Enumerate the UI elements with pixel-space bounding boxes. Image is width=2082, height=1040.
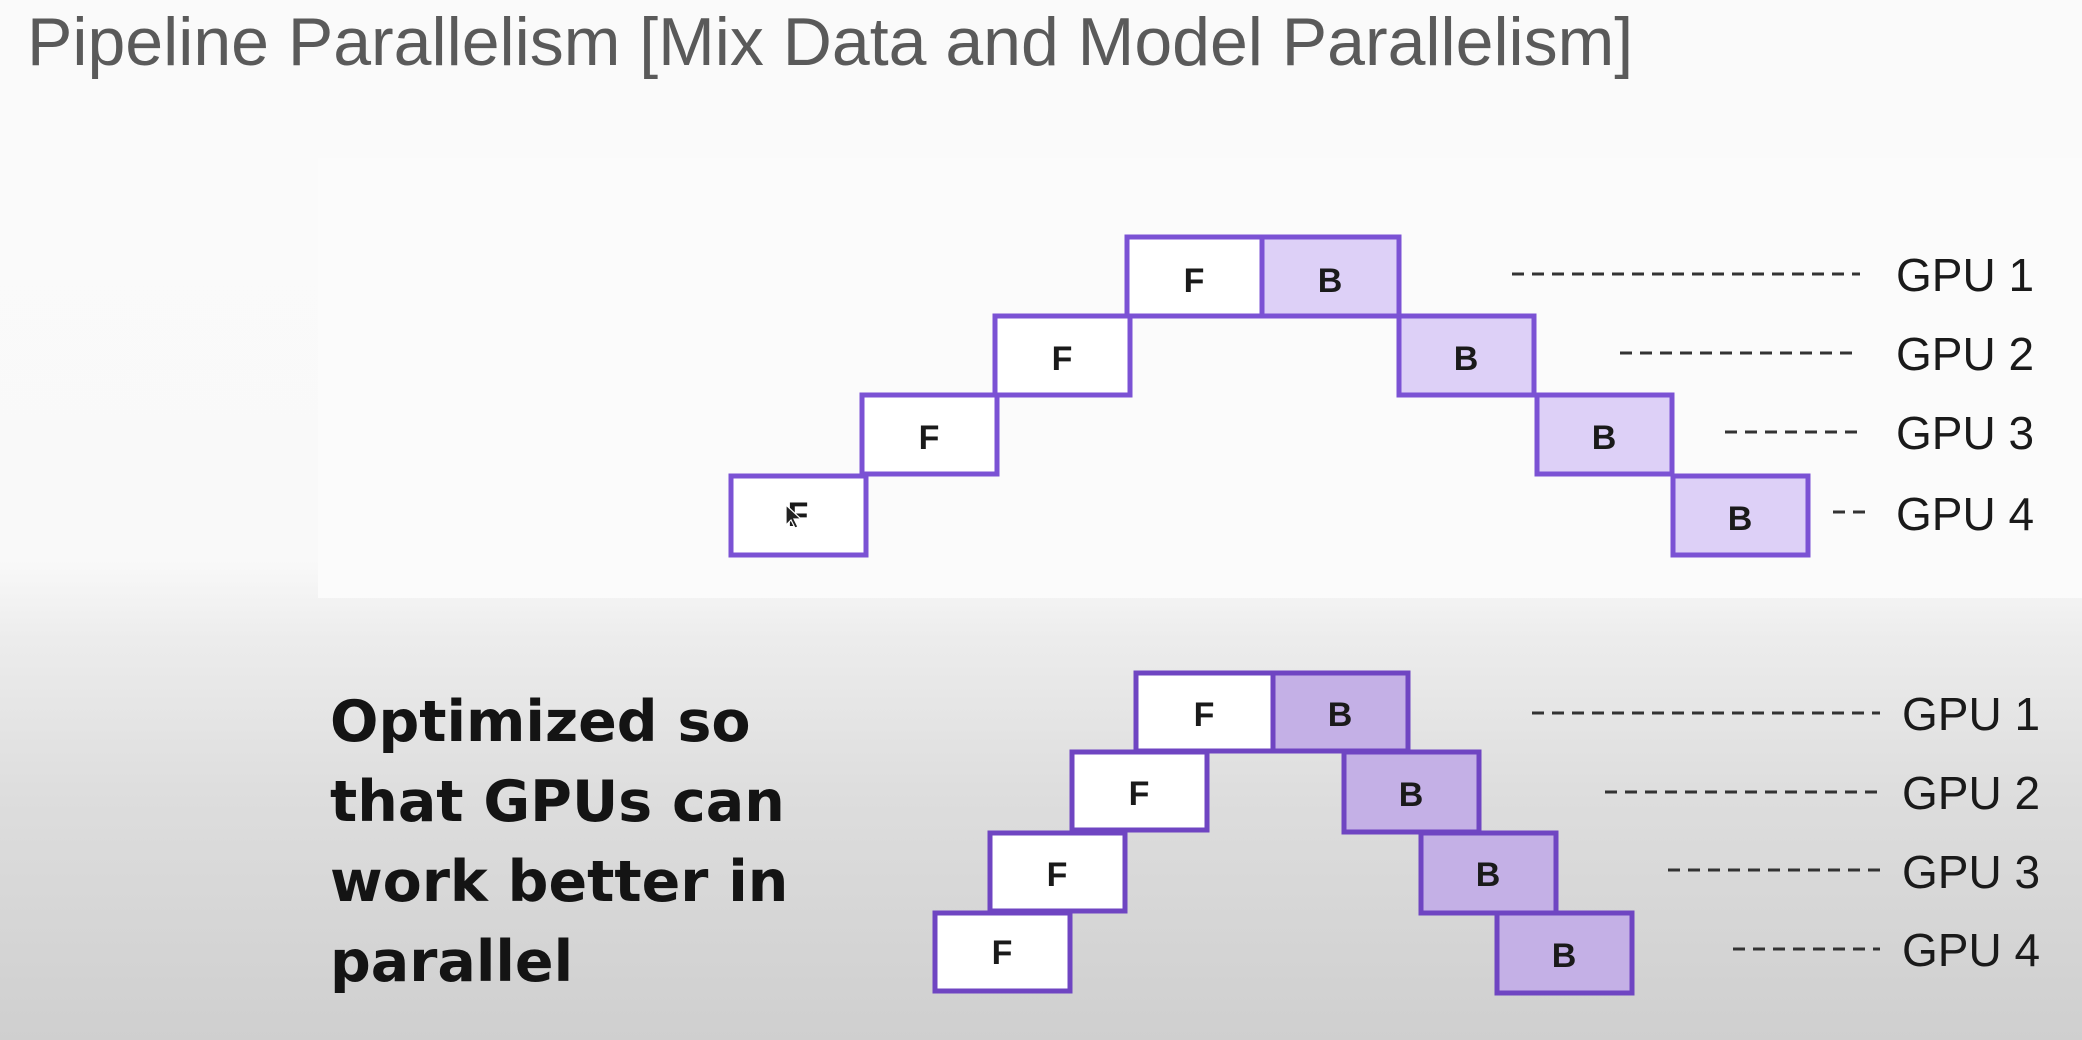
top-forward-label: F <box>919 419 940 457</box>
bottom-backward-label: B <box>1399 776 1424 814</box>
top-gpu-label: GPU 4 <box>1896 488 2034 540</box>
top-row-gpu-4: F B GPU 4 <box>728 473 2034 558</box>
top-backward-label: B <box>1728 500 1753 538</box>
top-backward-label: B <box>1454 340 1479 378</box>
top-forward-label: F <box>1052 340 1073 378</box>
bottom-row-gpu-3: F B GPU 3 <box>987 830 2040 916</box>
bottom-forward-label: F <box>992 934 1013 972</box>
bottom-gpu-label: GPU 4 <box>1902 924 2040 976</box>
bottom-backward-label: B <box>1476 856 1501 894</box>
top-row-gpu-2: F B GPU 2 <box>992 313 2034 398</box>
bottom-forward-label: F <box>1047 856 1068 894</box>
top-gpu-label: GPU 3 <box>1896 407 2034 459</box>
bottom-forward-label: F <box>1129 775 1150 813</box>
bottom-gpu-label: GPU 1 <box>1902 688 2040 740</box>
bottom-forward-label: F <box>1194 696 1215 734</box>
top-gpu-label: GPU 2 <box>1896 328 2034 380</box>
bottom-row-gpu-4: F B GPU 4 <box>932 910 2040 996</box>
top-row-gpu-3: F B GPU 3 <box>859 392 2034 477</box>
bottom-backward-label: B <box>1328 696 1353 734</box>
top-row-gpu-1: F B GPU 1 <box>1124 234 2034 319</box>
bottom-row-gpu-2: F B GPU 2 <box>1069 749 2040 835</box>
bottom-gpu-label: GPU 3 <box>1902 846 2040 898</box>
top-gpu-label: GPU 1 <box>1896 249 2034 301</box>
bottom-row-gpu-1: F B GPU 1 <box>1133 670 2040 754</box>
top-backward-label: B <box>1592 419 1617 457</box>
top-pipeline-diagram: F B GPU 1 F B GPU 2 F B GPU 3 F B GPU 4 <box>728 234 2034 558</box>
bottom-backward-label: B <box>1552 937 1577 975</box>
bottom-gpu-label: GPU 2 <box>1902 767 2040 819</box>
top-backward-label: B <box>1318 262 1343 300</box>
pipeline-diagrams: F B GPU 1 F B GPU 2 F B GPU 3 F B GPU 4 … <box>728 234 2040 996</box>
bottom-pipeline-diagram: F B GPU 1 F B GPU 2 F B GPU 3 F B GPU 4 <box>932 670 2040 996</box>
top-forward-label: F <box>1184 262 1205 300</box>
